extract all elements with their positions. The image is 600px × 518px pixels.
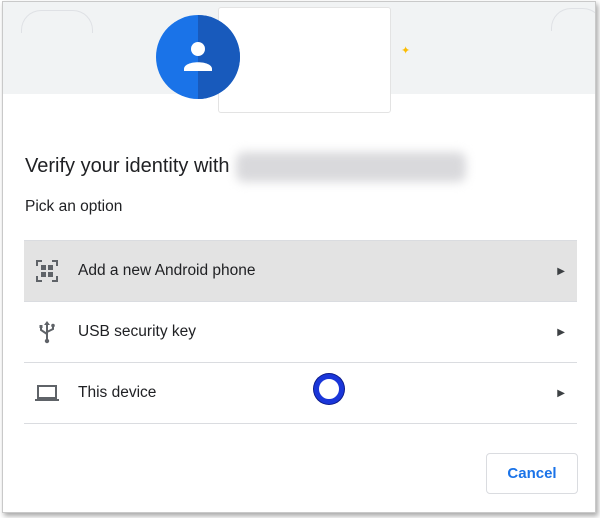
option-usb-security-key[interactable]: USB security key ▶ [24, 302, 577, 363]
chevron-right-icon: ▶ [557, 387, 565, 399]
click-indicator [314, 374, 344, 404]
cancel-button[interactable]: Cancel [486, 453, 578, 494]
sparkle-icon: ✦ [401, 45, 411, 57]
option-label: USB security key [78, 323, 197, 340]
cloud-decoration [551, 8, 595, 31]
dialog-subtitle: Pick an option [25, 198, 123, 215]
usb-icon [34, 319, 60, 345]
qr-code-icon [34, 258, 60, 284]
dialog-title: Verify your identity with [25, 155, 230, 177]
illustration-card [218, 7, 391, 113]
options-list: Add a new Android phone ▶ USB security k… [24, 240, 577, 424]
option-this-device[interactable]: This device ▶ [24, 363, 577, 424]
chevron-right-icon: ▶ [557, 326, 565, 338]
option-label: This device [78, 384, 157, 401]
redacted-account-name [236, 152, 466, 182]
laptop-icon [34, 380, 60, 406]
cloud-decoration [21, 10, 93, 33]
verify-identity-dialog: ✦ Verify your identity with Pick an opti… [2, 1, 596, 513]
option-android-phone[interactable]: Add a new Android phone ▶ [24, 240, 577, 302]
chevron-right-icon: ▶ [557, 265, 565, 277]
option-label: Add a new Android phone [78, 262, 256, 279]
account-avatar-icon [156, 15, 240, 99]
